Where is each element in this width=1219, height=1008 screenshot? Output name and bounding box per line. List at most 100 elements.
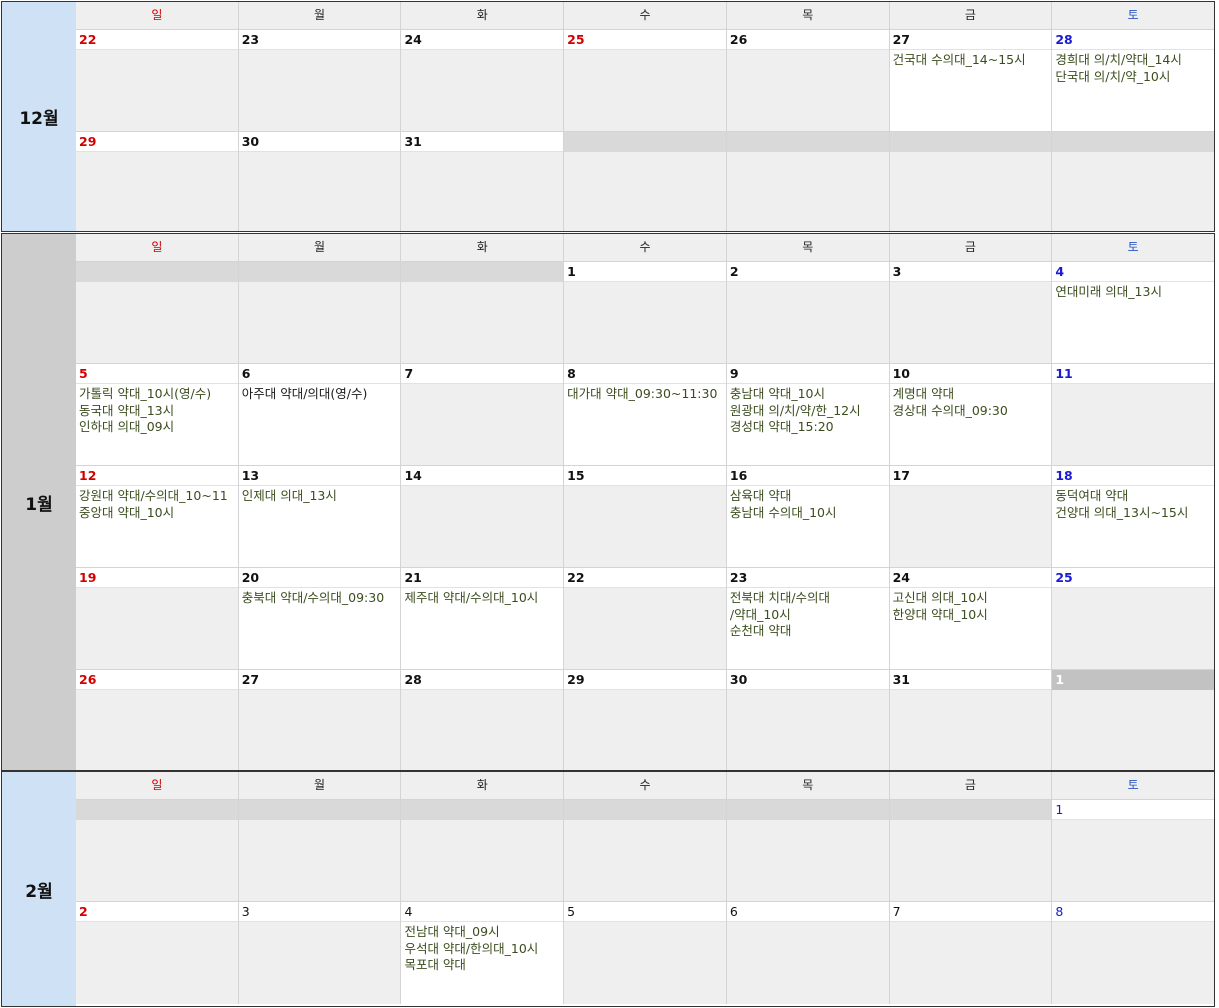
week-row: 1 — [76, 800, 1214, 902]
day-cell[interactable]: 20 충북대 약대/수의대_09:30 — [237, 568, 401, 669]
day-cell[interactable]: 24 — [400, 30, 564, 131]
day-cell[interactable]: 11 — [1051, 364, 1214, 465]
event-item[interactable]: 전남대 약대_09시 — [404, 924, 560, 941]
event-item[interactable]: 대가대 약대_09:30~11:30 — [567, 386, 723, 403]
day-cell[interactable]: 12 강원대 약대/수의대_10~11 중앙대 약대_10시 — [76, 466, 238, 567]
day-cell[interactable]: 28 — [400, 670, 564, 770]
day-events: 충북대 약대/수의대_09:30 — [238, 588, 401, 669]
event-item[interactable]: 단국대 의/치/약_10시 — [1055, 69, 1211, 86]
event-item[interactable]: 경희대 의/치/약대_14시 — [1055, 52, 1211, 69]
day-cell[interactable]: 15 — [563, 466, 726, 567]
event-item[interactable]: 순천대 약대 — [730, 623, 886, 640]
day-cell[interactable]: 24 고신대 의대_10시 한양대 약대_10시 — [888, 568, 1052, 669]
day-cell[interactable]: 8 — [1051, 902, 1214, 1004]
day-cell[interactable]: 30 — [237, 132, 401, 231]
event-item[interactable]: /약대_10시 — [730, 607, 886, 624]
day-cell[interactable]: 7 — [888, 902, 1052, 1004]
day-cell[interactable]: 22 — [76, 30, 238, 131]
event-item[interactable]: 중앙대 약대_10시 — [79, 505, 235, 522]
event-item[interactable]: 경상대 수의대_09:30 — [893, 403, 1049, 420]
day-cell[interactable]: 14 — [400, 466, 564, 567]
event-item[interactable]: 충남대 수의대_10시 — [730, 505, 886, 522]
day-cell[interactable]: 4 연대미래 의대_13시 — [1051, 262, 1214, 363]
day-cell[interactable]: 25 — [563, 30, 726, 131]
event-item[interactable]: 동국대 약대_13시 — [79, 403, 235, 420]
day-cell[interactable]: 10 계명대 약대 경상대 수의대_09:30 — [888, 364, 1052, 465]
event-item[interactable]: 아주대 약대/의대(영/수) — [242, 386, 398, 403]
day-events — [76, 282, 238, 363]
event-item[interactable]: 인하대 의대_09시 — [79, 419, 235, 436]
day-cell[interactable]: 31 — [888, 670, 1052, 770]
day-cell[interactable]: 25 — [1051, 568, 1214, 669]
day-cell[interactable]: 26 — [725, 30, 889, 131]
day-cell[interactable]: 30 — [725, 670, 889, 770]
day-cell[interactable]: 23 전북대 치대/수의대/약대_10시 순천대 약대 — [725, 568, 889, 669]
month-block: 1월 일 월 화 수 목 금 토 1 2 3 4 연대미래 의대_13시 5 가톨릭 약대_10시(영/수… — [1, 233, 1215, 771]
day-cell[interactable]: 16 삼육대 약대 충남대 수의대_10시 — [725, 466, 889, 567]
day-cell[interactable]: 31 — [400, 132, 564, 231]
event-item[interactable]: 목포대 약대 — [404, 957, 560, 974]
event-item[interactable]: 건양대 의대_13시~15시 — [1055, 505, 1211, 522]
day-cell[interactable]: 5 가톨릭 약대_10시(영/수) 동국대 약대_13시 인하대 의대_09시 — [76, 364, 238, 465]
event-item[interactable]: 가톨릭 약대_10시(영/수) — [79, 386, 235, 403]
event-item[interactable]: 인제대 의대_13시 — [242, 488, 398, 505]
day-cell[interactable]: 6 — [725, 902, 889, 1004]
day-cell[interactable]: 8 대가대 약대_09:30~11:30 — [563, 364, 726, 465]
week-row: 29 30 31 — [76, 132, 1214, 231]
event-item[interactable]: 전북대 치대/수의대 — [730, 590, 886, 607]
day-cell[interactable]: 23 — [237, 30, 401, 131]
event-item[interactable]: 우석대 약대/한의대_10시 — [404, 941, 560, 958]
day-cell[interactable]: 9 충남대 약대_10시 원광대 의/치/약/한_12시 경성대 약대_15:20 — [725, 364, 889, 465]
day-cell[interactable]: 1 — [563, 262, 726, 363]
day-cell[interactable]: 13 인제대 의대_13시 — [237, 466, 401, 567]
day-events: 제주대 약대/수의대_10시 — [401, 588, 564, 669]
day-events: 경희대 의/치/약대_14시 단국대 의/치/약_10시 — [1052, 50, 1214, 131]
event-item[interactable]: 고신대 의대_10시 — [893, 590, 1049, 607]
day-cell[interactable]: 29 — [563, 670, 726, 770]
event-item[interactable]: 제주대 약대/수의대_10시 — [404, 590, 560, 607]
day-cell[interactable]: 29 — [76, 132, 238, 231]
day-events — [76, 152, 238, 231]
day-number: 26 — [76, 670, 238, 690]
day-cell[interactable]: 17 — [888, 466, 1052, 567]
day-cell[interactable]: 1 — [1051, 800, 1214, 901]
event-item[interactable]: 충북대 약대/수의대_09:30 — [242, 590, 398, 607]
event-item[interactable]: 연대미래 의대_13시 — [1055, 284, 1211, 301]
day-cell[interactable]: 28 경희대 의/치/약대_14시 단국대 의/치/약_10시 — [1051, 30, 1214, 131]
day-events: 강원대 약대/수의대_10~11 중앙대 약대_10시 — [76, 486, 238, 567]
event-item[interactable]: 원광대 의/치/약/한_12시 — [730, 403, 886, 420]
day-cell[interactable]: 19 — [76, 568, 238, 669]
day-cell[interactable]: 3 — [237, 902, 401, 1004]
day-cell[interactable]: 4 전남대 약대_09시 우석대 약대/한의대_10시 목포대 약대 — [400, 902, 564, 1004]
empty-day-cell — [76, 262, 238, 363]
event-item[interactable]: 강원대 약대/수의대_10~11 — [79, 488, 235, 505]
event-item[interactable]: 한양대 약대_10시 — [893, 607, 1049, 624]
day-number: 22 — [564, 568, 726, 588]
event-item[interactable]: 충남대 약대_10시 — [730, 386, 886, 403]
week-row: 2 3 4 전남대 약대_09시 우석대 약대/한의대_10시 목포대 약대 5 6 7 8 — [76, 902, 1214, 1004]
day-cell[interactable]: 21 제주대 약대/수의대_10시 — [400, 568, 564, 669]
day-cell[interactable]: 26 — [76, 670, 238, 770]
day-cell[interactable]: 7 — [400, 364, 564, 465]
event-item[interactable]: 건국대 수의대_14~15시 — [893, 52, 1049, 69]
day-number: 27 — [238, 670, 401, 690]
day-number: 6 — [726, 902, 889, 922]
day-number: 23 — [726, 568, 889, 588]
day-cell[interactable]: 5 — [563, 902, 726, 1004]
day-cell[interactable]: 6 아주대 약대/의대(영/수) — [237, 364, 401, 465]
day-cell[interactable]: 22 — [563, 568, 726, 669]
day-cell[interactable]: 18 동덕여대 약대 건양대 의대_13시~15시 — [1051, 466, 1214, 567]
day-events: 전북대 치대/수의대/약대_10시 순천대 약대 — [726, 588, 889, 669]
event-item[interactable]: 계명대 약대 — [893, 386, 1049, 403]
day-cell[interactable]: 3 — [888, 262, 1052, 363]
day-cell[interactable]: 2 — [725, 262, 889, 363]
day-number: 7 — [401, 364, 564, 384]
day-cell[interactable]: 27 — [237, 670, 401, 770]
day-number: 31 — [889, 670, 1052, 690]
event-item[interactable]: 동덕여대 약대 — [1055, 488, 1211, 505]
event-item[interactable]: 삼육대 약대 — [730, 488, 886, 505]
day-cell[interactable]: 27 건국대 수의대_14~15시 — [888, 30, 1052, 131]
day-events — [564, 922, 726, 1004]
event-item[interactable]: 경성대 약대_15:20 — [730, 419, 886, 436]
day-cell[interactable]: 2 — [76, 902, 238, 1004]
